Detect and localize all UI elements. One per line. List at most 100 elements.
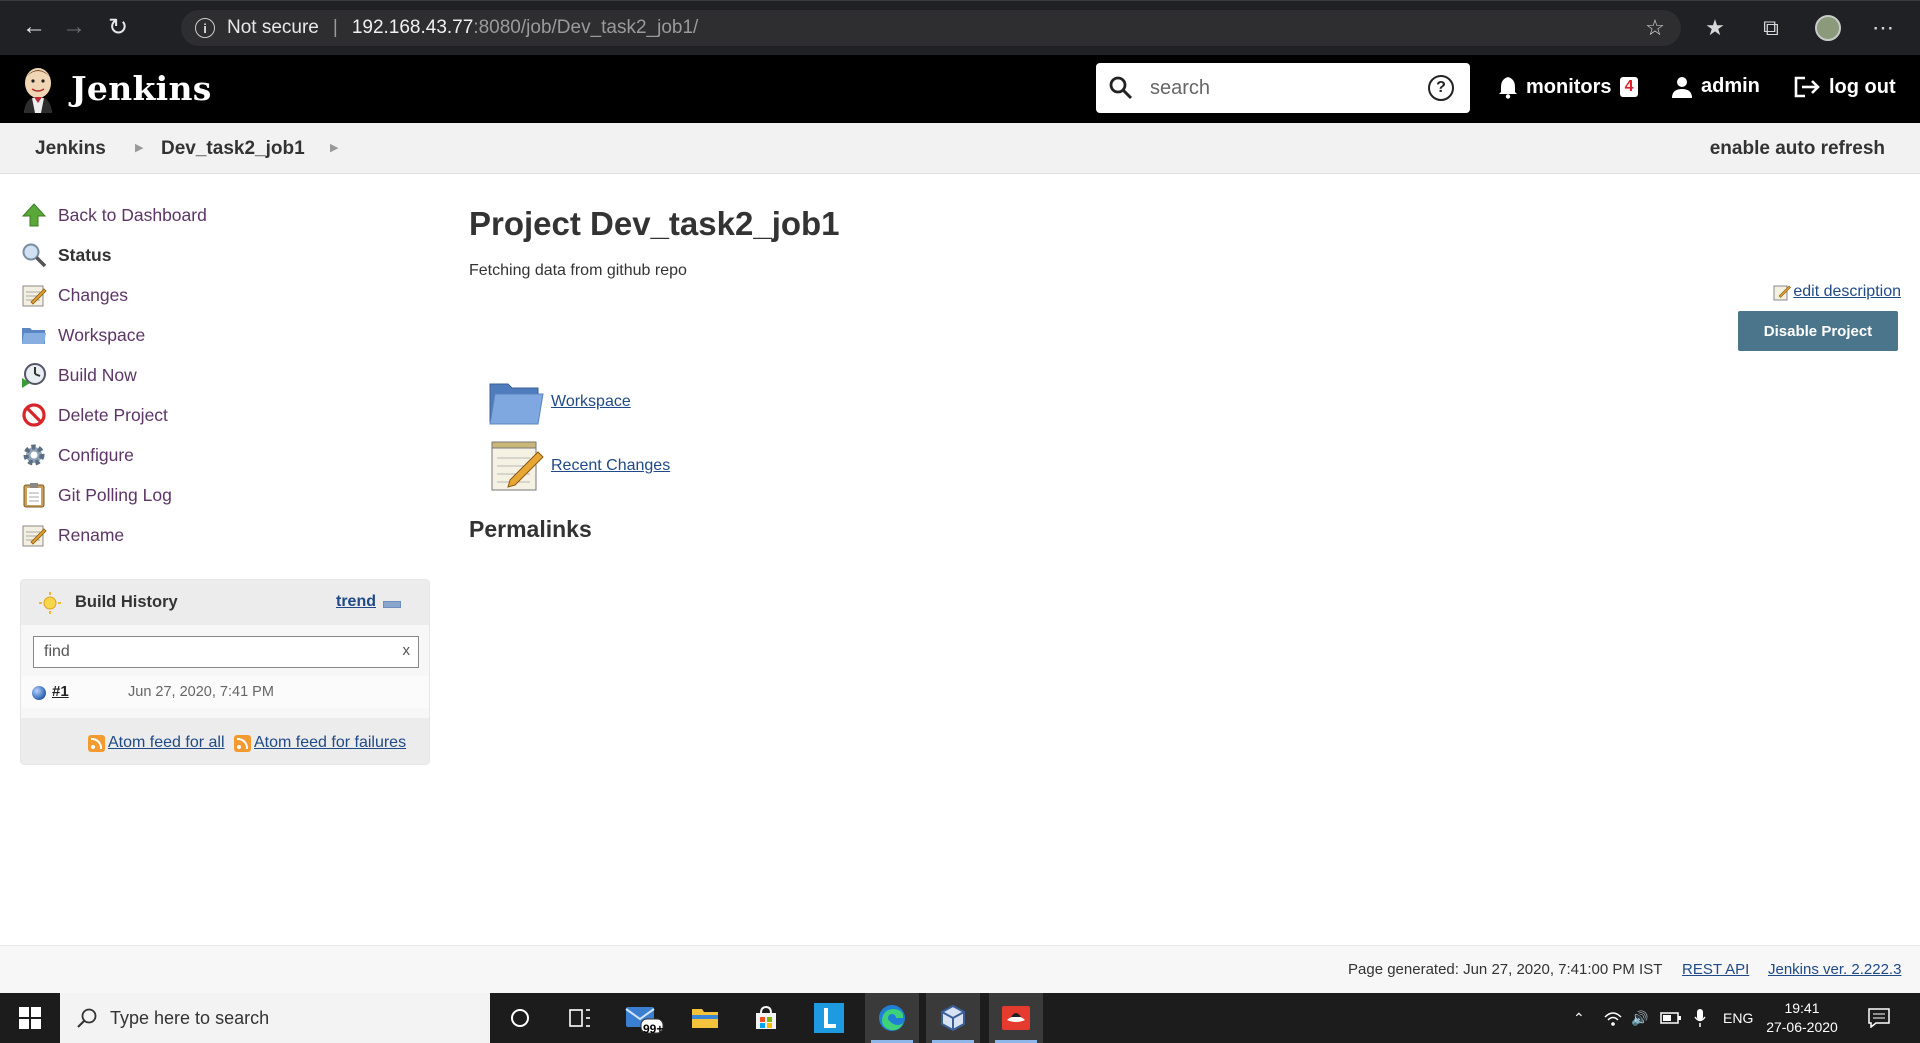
user-link[interactable]: admin	[1671, 75, 1760, 98]
favorites-icon[interactable]: ★	[1700, 13, 1730, 43]
store-icon[interactable]	[739, 993, 793, 1043]
help-icon[interactable]: ?	[1428, 75, 1454, 101]
wifi-icon[interactable]	[1603, 993, 1623, 1043]
workspace-link[interactable]: Workspace	[488, 374, 631, 430]
build-find-input[interactable]	[42, 637, 386, 667]
atom-feed-failures-link[interactable]: Atom feed for failures	[234, 734, 406, 752]
task-workspace[interactable]: Workspace	[20, 315, 207, 355]
url-path: :8080/job/Dev_task2_job1/	[473, 17, 699, 38]
profile-avatar-icon[interactable]	[1813, 13, 1843, 43]
rss-feed-icon	[234, 734, 251, 752]
breadcrumb-job[interactable]: Dev_task2_job1	[161, 138, 305, 160]
task-label: Delete Project	[58, 404, 168, 425]
windows-taskbar: Type here to search 99+ ⌃ 🔊 ENG 19:41 27…	[0, 993, 1920, 1043]
build-date[interactable]: Jun 27, 2020, 7:41 PM	[128, 684, 274, 700]
star-icon[interactable]: ☆	[1640, 13, 1670, 43]
task-label: Git Polling Log	[58, 484, 172, 505]
no-entry-icon	[20, 401, 48, 429]
file-explorer-icon[interactable]	[678, 993, 732, 1043]
task-rename[interactable]: Rename	[20, 515, 207, 555]
breadcrumb: Jenkins ▶ Dev_task2_job1 ▶ enable auto r…	[0, 123, 1920, 174]
atom-feed-failures-label: Atom feed for failures	[254, 734, 407, 751]
atom-feed-all-label: Atom feed for all	[108, 734, 225, 751]
enable-auto-refresh-link[interactable]: enable auto refresh	[1710, 138, 1885, 160]
search-box: ?	[1096, 63, 1470, 113]
clock-date: 27-06-2020	[1766, 1019, 1838, 1035]
jenkins-brand[interactable]: Jenkins	[71, 69, 212, 108]
atom-feed-all-link[interactable]: Atom feed for all	[88, 734, 225, 752]
cortana-icon[interactable]	[493, 993, 547, 1043]
rest-api-link[interactable]: REST API	[1682, 961, 1749, 978]
mail-icon[interactable]: 99+	[617, 993, 671, 1043]
breadcrumb-arrow-icon[interactable]: ▶	[135, 141, 143, 154]
task-delete-project[interactable]: Delete Project	[20, 395, 207, 435]
url-host: 192.168.43.77	[351, 17, 474, 38]
redhat-app-icon[interactable]	[989, 993, 1043, 1043]
clipboard-icon	[20, 481, 48, 509]
microphone-icon[interactable]	[1693, 993, 1707, 1043]
trend-link[interactable]: trend	[336, 593, 376, 611]
breadcrumb-arrow-icon[interactable]: ▶	[330, 141, 338, 154]
show-hidden-icons[interactable]: ⌃	[1573, 993, 1585, 1043]
build-number-link[interactable]: #1	[52, 683, 69, 700]
windows-start-icon[interactable]	[0, 993, 60, 1043]
browser-toolbar: ← → ↻ i Not secure | 192.168.43.77:8080/…	[0, 0, 1920, 55]
build-feeds: Atom feed for all Atom feed for failures	[21, 718, 429, 764]
notifications-icon[interactable]	[1868, 993, 1890, 1043]
battery-icon[interactable]	[1660, 993, 1682, 1043]
more-options-icon[interactable]: ⋯	[1868, 13, 1898, 43]
page-title: Project Dev_task2_job1	[469, 205, 840, 242]
volume-icon[interactable]: 🔊	[1631, 993, 1648, 1043]
monitors-label: monitors	[1526, 75, 1612, 98]
breadcrumb-jenkins[interactable]: Jenkins	[35, 138, 106, 160]
jenkins-butler-logo-icon[interactable]	[18, 63, 58, 113]
monitors-link[interactable]: monitors 4	[1498, 75, 1639, 99]
recent-changes-link-label[interactable]: Recent Changes	[551, 457, 670, 475]
search-icon	[77, 1008, 97, 1028]
virtualbox-icon[interactable]	[926, 993, 980, 1043]
task-label: Changes	[58, 284, 129, 305]
task-configure[interactable]: Configure	[20, 435, 207, 475]
task-changes[interactable]: Changes	[20, 275, 207, 315]
rss-feed-icon	[88, 734, 105, 752]
forward-arrow-icon[interactable]: →	[60, 13, 88, 41]
user-icon	[1672, 76, 1692, 98]
jenkins-version-link[interactable]: Jenkins ver. 2.222.3	[1768, 961, 1901, 978]
task-back-to-dashboard[interactable]: Back to Dashboard	[20, 195, 207, 235]
logout-label: log out	[1829, 75, 1896, 98]
back-arrow-icon[interactable]: ←	[20, 13, 48, 41]
disable-project-button[interactable]: Disable Project	[1738, 311, 1898, 351]
edge-browser-icon[interactable]	[865, 993, 919, 1043]
info-icon[interactable]: i	[195, 18, 215, 38]
edit-description-link[interactable]: edit description	[1773, 283, 1901, 301]
up-arrow-icon	[20, 201, 48, 229]
workspace-link-label[interactable]: Workspace	[551, 393, 631, 411]
task-view-icon[interactable]	[553, 993, 607, 1043]
taskbar-search[interactable]: Type here to search	[60, 993, 490, 1043]
task-status[interactable]: Status	[20, 235, 207, 275]
logout-link[interactable]: log out	[1793, 75, 1896, 99]
address-bar[interactable]: i Not secure | 192.168.43.77:8080/job/De…	[181, 10, 1681, 46]
task-label: Build Now	[58, 364, 137, 385]
search-input[interactable]	[1148, 75, 1422, 101]
jenkins-header: Jenkins ? monitors 4 admin log out	[0, 55, 1920, 123]
blue-ball-status-icon[interactable]	[32, 686, 46, 700]
taskbar-search-placeholder: Type here to search	[110, 1007, 270, 1028]
build-find-box: x	[33, 636, 419, 668]
collections-icon[interactable]: ⧉	[1756, 13, 1786, 43]
folder-icon	[20, 321, 48, 349]
build-history-panel: Build History trend x #1 Jun 27, 2020, 7…	[20, 579, 430, 765]
task-build-now[interactable]: Build Now	[20, 355, 207, 395]
project-description: Fetching data from github repo	[469, 262, 687, 279]
task-git-polling-log[interactable]: Git Polling Log	[20, 475, 207, 515]
side-tasks: Back to Dashboard Status Changes Workspa…	[20, 195, 207, 555]
clear-find-button[interactable]: x	[403, 642, 411, 659]
refresh-icon[interactable]: ↻	[104, 13, 132, 41]
language-indicator[interactable]: ENG	[1723, 993, 1753, 1043]
trend-icon[interactable]	[383, 601, 401, 608]
notepad-icon	[20, 521, 48, 549]
taskbar-clock[interactable]: 19:41 27-06-2020	[1762, 999, 1842, 1037]
task-label: Configure	[58, 444, 134, 465]
recent-changes-link[interactable]: Recent Changes	[488, 438, 670, 494]
l-app-icon[interactable]	[802, 993, 856, 1043]
